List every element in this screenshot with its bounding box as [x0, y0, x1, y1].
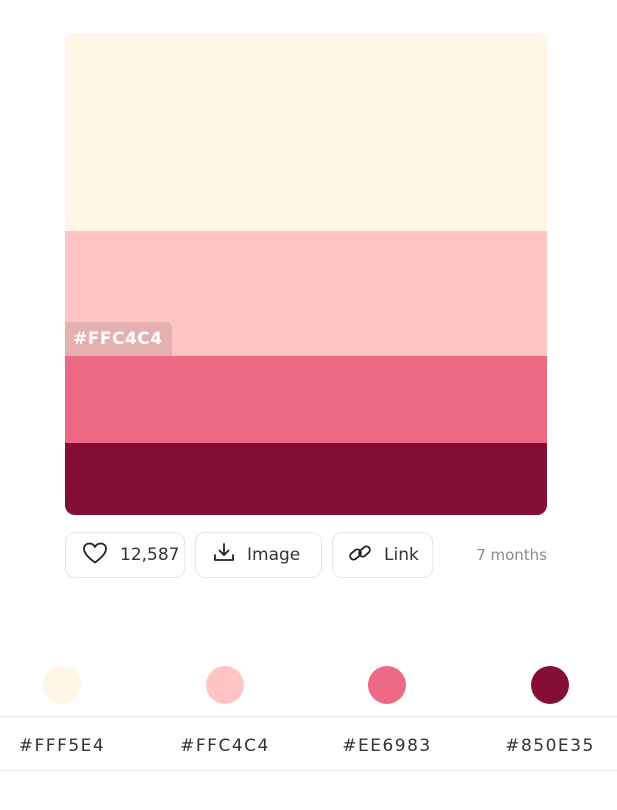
color-dot[interactable] — [531, 666, 569, 704]
copy-link-button[interactable]: Link — [332, 532, 433, 578]
link-button-label: Link — [384, 545, 419, 565]
divider — [0, 770, 617, 771]
like-button[interactable]: 12,587 — [65, 532, 185, 578]
divider — [0, 716, 617, 717]
color-codes: #FFF5E4 #FFC4C4 #EE6983 #850E35 — [0, 736, 617, 764]
palette-actions: 12,587 Image Link 7 months — [65, 532, 547, 580]
color-dots — [0, 664, 617, 704]
color-palette[interactable]: #FFC4C4 — [65, 33, 547, 515]
heart-icon — [82, 541, 108, 570]
image-button-label: Image — [247, 545, 301, 565]
color-dot[interactable] — [43, 666, 81, 704]
color-swatch[interactable] — [65, 33, 547, 231]
link-icon — [347, 541, 373, 570]
color-dot[interactable] — [368, 666, 406, 704]
color-code[interactable]: #FFF5E4 — [19, 736, 105, 756]
palette-age: 7 months — [476, 546, 547, 564]
color-code[interactable]: #FFC4C4 — [180, 736, 270, 756]
download-image-button[interactable]: Image — [195, 532, 322, 578]
swatch-hex-label[interactable]: #FFC4C4 — [65, 322, 172, 356]
like-count: 12,587 — [120, 545, 180, 565]
color-swatch[interactable] — [65, 356, 547, 443]
color-swatch[interactable] — [65, 443, 547, 515]
color-code[interactable]: #EE6983 — [342, 736, 432, 756]
color-code[interactable]: #850E35 — [505, 736, 595, 756]
color-dot[interactable] — [206, 666, 244, 704]
download-icon — [212, 541, 236, 570]
